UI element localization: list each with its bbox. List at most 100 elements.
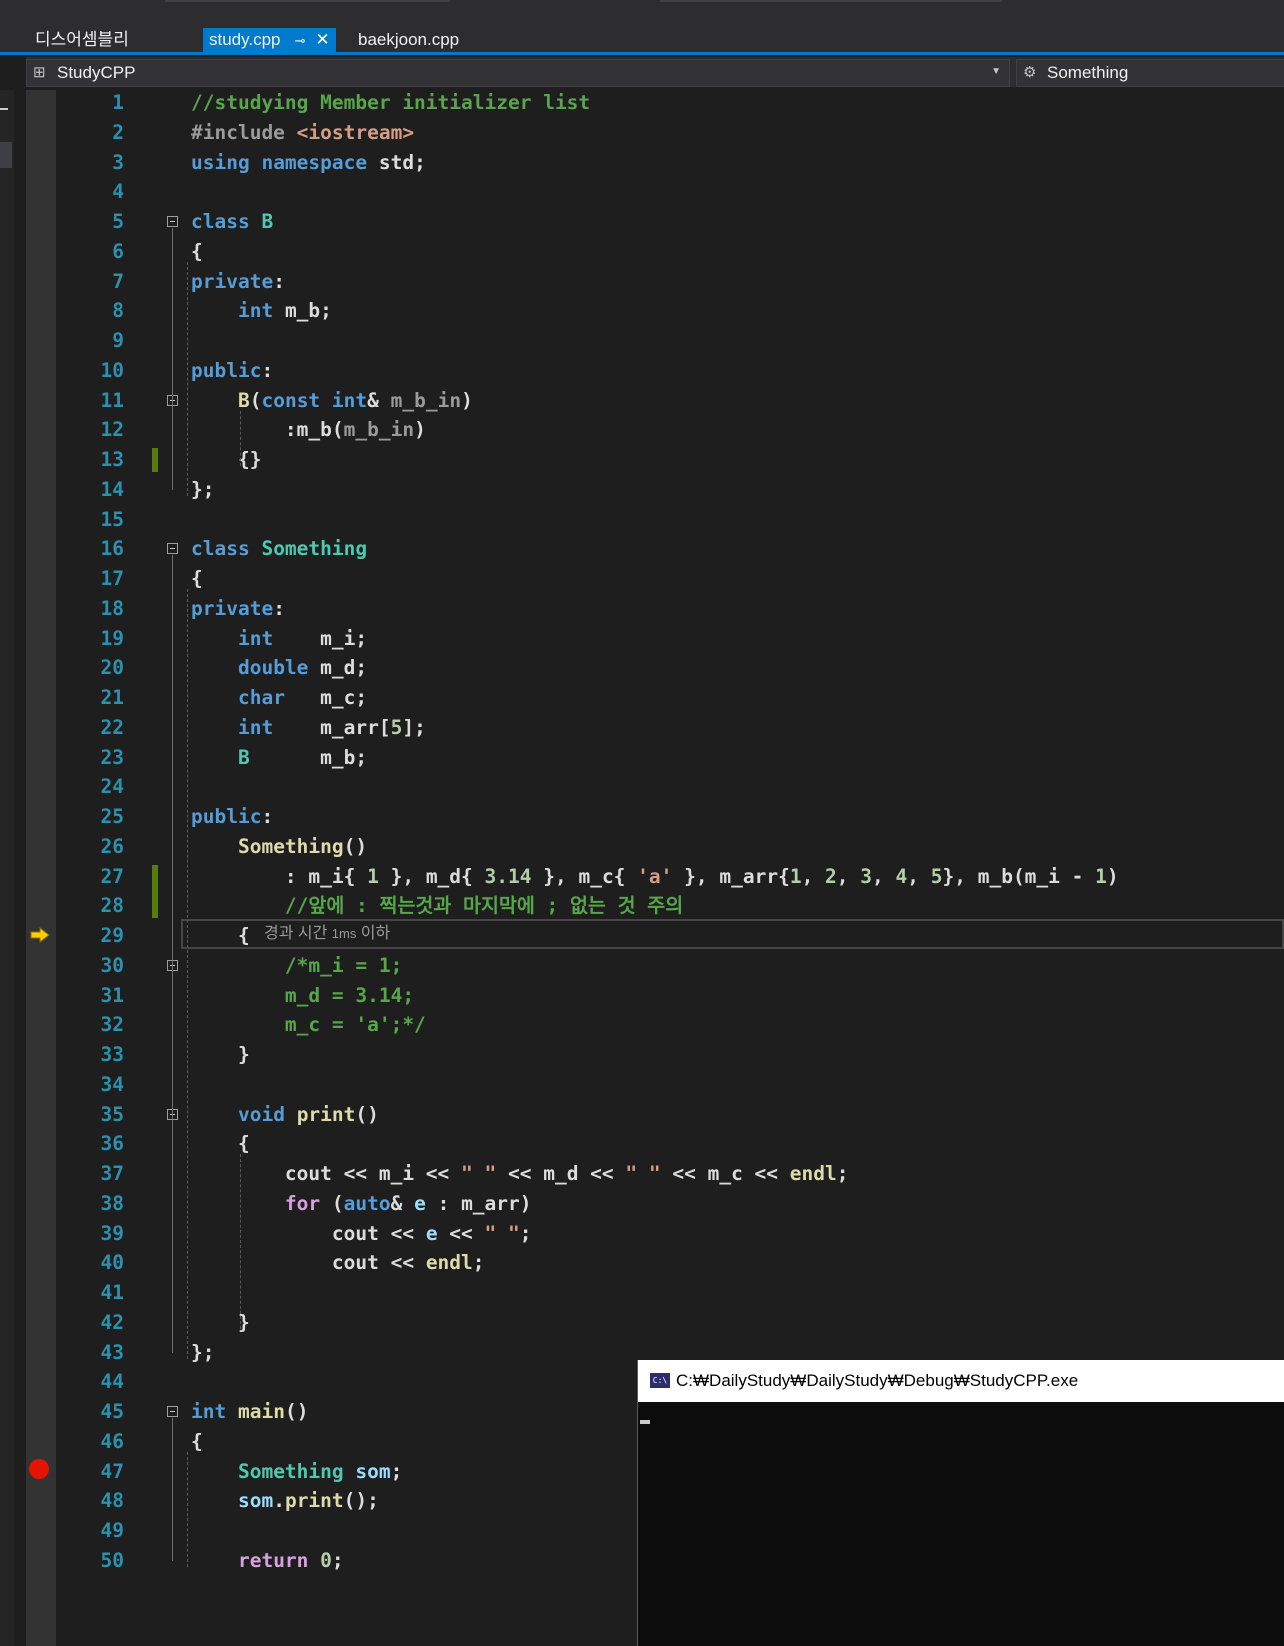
code-line[interactable]: 4: [56, 176, 1284, 207]
code-line[interactable]: 18 private:: [56, 593, 1284, 624]
code-line[interactable]: 6{: [56, 236, 1284, 267]
code-text: public:: [191, 355, 273, 386]
code-line[interactable]: 33 }: [56, 1039, 1284, 1070]
tab-disassembly[interactable]: 디스어셈블리: [35, 28, 129, 52]
code-token: endl: [425, 1251, 473, 1275]
code-line[interactable]: 32 m_c = 'a';*/: [56, 1009, 1284, 1040]
line-number: 44: [100, 1370, 124, 1394]
code-line[interactable]: 35 void print(): [56, 1099, 1284, 1130]
fold-toggle-icon[interactable]: [167, 1406, 178, 1417]
line-number: 4: [112, 180, 124, 204]
code-line[interactable]: 17 {: [56, 563, 1284, 594]
code-line[interactable]: 2 #include <iostream>: [56, 117, 1284, 148]
pin-icon[interactable]: ⊸: [295, 29, 306, 53]
navigation-bar: ⊞ StudyCPP ▼ ⚙ Something: [26, 57, 1284, 87]
code-line[interactable]: 29 {: [56, 920, 1284, 951]
glyph-margin[interactable]: [26, 90, 56, 1646]
code-line[interactable]: 3 using namespace std;: [56, 147, 1284, 178]
close-icon[interactable]: ✕: [315, 28, 329, 52]
project-scope-dropdown[interactable]: ⊞ StudyCPP ▼: [26, 59, 1010, 87]
line-number: 16: [100, 537, 124, 561]
code-line[interactable]: 24: [56, 771, 1284, 802]
code-text: double m_d;: [191, 652, 367, 683]
code-token: (: [249, 388, 262, 412]
code-token: }, m_c{: [531, 864, 638, 888]
breakpoint-icon[interactable]: [29, 1459, 49, 1479]
code-token: int: [237, 626, 274, 650]
code-token: #include: [191, 120, 297, 144]
code-token: m_c;: [284, 686, 368, 709]
fold-toggle-icon[interactable]: [167, 543, 178, 555]
code-token: };: [191, 477, 215, 501]
chevron-down-icon[interactable]: ▼: [991, 66, 1001, 77]
code-line[interactable]: 21 char m_c;: [56, 682, 1284, 713]
console-app-icon: C:\: [650, 1373, 670, 1388]
indent-guide: [187, 589, 188, 1359]
code-token: :: [273, 596, 285, 620]
code-token: 3.14: [484, 864, 532, 888]
tab-baekjoon-cpp[interactable]: baekjoon.cpp: [358, 28, 459, 52]
code-token: : m_arr): [425, 1191, 532, 1215]
code-line[interactable]: 31 m_d = 3.14;: [56, 980, 1284, 1011]
code-line[interactable]: 16 class Something: [56, 533, 1284, 564]
code-line[interactable]: 23 B m_b;: [56, 742, 1284, 773]
code-line[interactable]: 25 public:: [56, 801, 1284, 832]
code-token: (): [355, 1102, 379, 1126]
title-bar-segment: [165, 0, 450, 2]
code-line[interactable]: 14};: [56, 474, 1284, 505]
code-token: char: [237, 686, 285, 709]
code-line[interactable]: 1 //studying Member initializer list: [56, 90, 1284, 118]
code-line[interactable]: 7 private:: [56, 266, 1284, 297]
code-token: << m_d <<: [496, 1162, 626, 1185]
tab-study-cpp[interactable]: study.cpp ⊸ ✕: [203, 28, 336, 52]
code-line[interactable]: 5 class B: [56, 206, 1284, 237]
code-line[interactable]: 27 : m_i{ 1 }, m_d{ 3.14 }, m_c{ 'a' }, …: [56, 861, 1284, 892]
code-line[interactable]: 22 int m_arr[5];: [56, 712, 1284, 743]
code-token: .: [273, 1489, 285, 1513]
line-number: 29: [100, 924, 124, 947]
code-line[interactable]: 28 //앞에 : 찍는것과 마지막에 ; 없는 것 주의: [56, 890, 1284, 921]
code-token: " ": [625, 1162, 661, 1185]
code-text: cout << e << " ";: [191, 1218, 532, 1249]
line-number: 42: [100, 1310, 124, 1334]
code-line[interactable]: 8 int m_b;: [56, 295, 1284, 326]
line-number: 5: [112, 210, 124, 233]
code-text: public:: [191, 801, 273, 832]
code-text: Something som;: [191, 1456, 402, 1487]
line-number: 36: [100, 1132, 124, 1156]
code-line[interactable]: 34: [56, 1069, 1284, 1100]
code-line[interactable]: 9: [56, 325, 1284, 356]
fold-toggle-icon[interactable]: [167, 216, 178, 227]
console-window[interactable]: C:\ C:₩DailyStudy₩DailyStudy₩Debug₩Study…: [637, 1360, 1284, 1646]
code-line[interactable]: 26 Something(): [56, 831, 1284, 862]
code-line[interactable]: 30 /*m_i = 1;: [56, 950, 1284, 981]
code-token: private: [191, 596, 274, 620]
code-token: Something: [261, 537, 368, 561]
code-token: /*m_i = 1;: [284, 953, 403, 977]
line-number: 43: [100, 1340, 124, 1364]
code-text: som.print();: [191, 1485, 379, 1516]
code-text: char m_c;: [191, 682, 367, 713]
code-line[interactable]: 15: [56, 504, 1284, 535]
line-number: 27: [100, 864, 124, 888]
code-token: {: [191, 924, 250, 947]
code-token: namespace: [261, 150, 368, 174]
member-dropdown[interactable]: ⚙ Something: [1016, 59, 1284, 87]
code-line[interactable]: 20 double m_d;: [56, 652, 1284, 683]
code-token: B: [237, 745, 250, 769]
code-token: m_d = 3.14;: [284, 983, 415, 1007]
console-title-bar[interactable]: C:\ C:₩DailyStudy₩DailyStudy₩Debug₩Study…: [638, 1360, 1284, 1402]
line-number: 50: [100, 1548, 124, 1572]
line-number: 49: [100, 1519, 124, 1542]
code-token: Something: [237, 834, 344, 858]
code-token: :: [261, 358, 274, 382]
code-token: int: [237, 715, 274, 739]
code-line[interactable]: 10 public:: [56, 355, 1284, 386]
code-line[interactable]: 19 int m_i;: [56, 623, 1284, 654]
code-text: {: [191, 563, 203, 594]
code-text: class Something: [191, 533, 367, 564]
